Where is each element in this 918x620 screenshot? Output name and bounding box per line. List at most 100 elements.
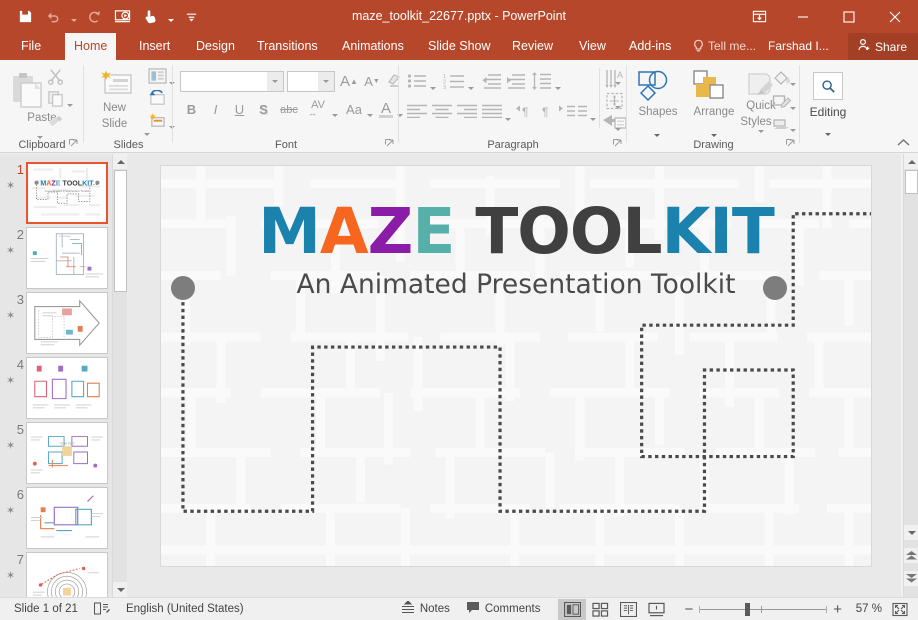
format-painter-icon[interactable]	[46, 112, 65, 132]
decrease-indent-icon[interactable]	[481, 73, 501, 92]
arrange-dropdown-icon[interactable]	[711, 126, 717, 140]
thumbnail-image[interactable]	[26, 292, 108, 354]
align-text-dropdown-icon[interactable]	[615, 98, 621, 112]
thumbnail-scroll-up-icon[interactable]	[113, 154, 128, 169]
shape-effects-dropdown-icon[interactable]	[790, 121, 796, 135]
slide-indicator[interactable]: Slide 1 of 21	[0, 598, 86, 620]
thumbnail-image[interactable]: YOUR TEXT	[26, 422, 108, 484]
account-name[interactable]: Farshad I...	[768, 33, 829, 60]
shape-effects-icon[interactable]	[772, 115, 791, 133]
thumbnail-item-3[interactable]: 3 ✶	[0, 292, 127, 357]
bullets-icon[interactable]	[407, 73, 427, 92]
columns-dropdown-icon[interactable]	[590, 110, 596, 124]
tab-transitions[interactable]: Transitions	[248, 33, 327, 60]
numbering-icon[interactable]: 123	[443, 73, 465, 92]
slide-scroll-down-icon[interactable]	[904, 525, 918, 540]
left-to-right-icon[interactable]: ¶	[516, 104, 537, 121]
share-button[interactable]: Share	[848, 33, 918, 60]
tab-slide-show[interactable]: Slide Show	[419, 33, 500, 60]
font-color-icon[interactable]: A	[377, 98, 395, 119]
normal-view-button[interactable]	[558, 599, 586, 620]
font-dialog-launcher-icon[interactable]	[385, 139, 394, 150]
tab-view[interactable]: View	[570, 33, 615, 60]
thumbnail-scroll-thumb[interactable]	[114, 170, 127, 292]
animation-star-icon[interactable]: ✶	[6, 179, 15, 192]
slide-scroll-thumb[interactable]	[905, 170, 918, 194]
zoom-level-label[interactable]: 57 %	[848, 598, 886, 620]
quick-styles-dropdown-icon[interactable]	[758, 122, 764, 136]
animation-star-icon[interactable]: ✶	[6, 374, 15, 387]
animation-star-icon[interactable]: ✶	[6, 244, 15, 257]
font-name-input[interactable]	[181, 72, 265, 91]
thumbnail-item-4[interactable]: 4 ✶	[0, 357, 127, 422]
center-icon[interactable]	[432, 104, 452, 121]
shape-fill-dropdown-icon[interactable]	[790, 75, 796, 89]
shape-outline-dropdown-icon[interactable]	[790, 99, 796, 113]
thumbnail-item-7[interactable]: 7 ✶	[0, 552, 127, 597]
shapes-icon[interactable]	[637, 69, 673, 105]
current-slide[interactable]: MAZE TOOLKIT An Animated Presentation To…	[160, 165, 872, 567]
change-case-icon[interactable]: Aa	[343, 100, 365, 119]
slide-scroll-up-icon[interactable]	[904, 154, 918, 169]
numbering-dropdown-icon[interactable]	[468, 79, 474, 93]
animation-star-icon[interactable]: ✶	[6, 439, 15, 452]
font-size-dropdown-icon[interactable]	[318, 72, 334, 91]
thumbnail-image[interactable]	[26, 227, 108, 289]
increase-font-size-icon[interactable]: A▲	[339, 72, 359, 91]
notes-button[interactable]: Notes	[393, 598, 458, 620]
text-direction-dropdown-icon[interactable]	[615, 74, 621, 88]
tell-me-search[interactable]: Tell me...	[708, 33, 756, 60]
slide-scrollbar[interactable]	[903, 154, 918, 597]
zoom-slider-thumb[interactable]	[745, 603, 750, 616]
language-indicator[interactable]: English (United States)	[118, 598, 252, 620]
shape-outline-icon[interactable]	[772, 93, 791, 113]
ribbon-display-options-icon[interactable]	[738, 0, 780, 33]
animation-star-icon[interactable]: ✶	[6, 569, 15, 582]
line-spacing-dropdown-icon[interactable]	[555, 79, 561, 93]
clipboard-dialog-launcher-icon[interactable]	[69, 139, 78, 150]
thumbnail-scroll-down-icon[interactable]	[113, 582, 128, 597]
copy-icon[interactable]	[47, 90, 64, 110]
section-icon[interactable]	[148, 112, 167, 132]
slideshow-view-button[interactable]	[642, 599, 670, 620]
strikethrough-icon[interactable]: abc	[276, 102, 302, 118]
right-to-left-icon[interactable]: ¶	[542, 104, 563, 121]
tab-file[interactable]: File	[12, 33, 50, 60]
underline-icon[interactable]: U	[230, 100, 249, 119]
find-icon[interactable]	[813, 72, 843, 100]
thumbnail-scrollbar[interactable]	[112, 154, 127, 597]
text-shadow-icon[interactable]: S	[254, 100, 273, 119]
reading-view-button[interactable]	[614, 599, 642, 620]
animation-star-icon[interactable]: ✶	[6, 504, 15, 517]
zoom-slider[interactable]	[699, 598, 827, 620]
thumbnail-image[interactable]: MAZE TOOLKIT An Animated Presentation To…	[26, 162, 108, 224]
convert-to-smartart-dropdown-icon[interactable]	[615, 120, 621, 134]
italic-icon[interactable]: I	[206, 100, 225, 119]
previous-slide-icon[interactable]	[904, 548, 918, 563]
reset-icon[interactable]	[148, 90, 167, 110]
shape-fill-icon[interactable]	[772, 69, 791, 90]
slide-title-block[interactable]: MAZE TOOLKIT An Animated Presentation To…	[161, 200, 871, 299]
thumbnail-image[interactable]	[26, 487, 108, 549]
drawing-dialog-launcher-icon[interactable]	[786, 139, 795, 150]
tab-review[interactable]: Review	[503, 33, 562, 60]
layout-icon[interactable]	[148, 68, 167, 87]
tab-design[interactable]: Design	[187, 33, 244, 60]
collapse-ribbon-icon[interactable]	[897, 136, 910, 150]
columns-icon[interactable]	[567, 105, 587, 121]
tab-animations[interactable]: Animations	[333, 33, 413, 60]
justify-icon[interactable]	[482, 104, 502, 121]
fit-slide-to-window-button[interactable]	[886, 598, 918, 620]
next-slide-icon[interactable]	[904, 571, 918, 586]
thumbnail-item-5[interactable]: 5 ✶ YOUR TEXT	[0, 422, 127, 487]
align-left-icon[interactable]	[407, 104, 427, 121]
close-button[interactable]	[872, 0, 918, 33]
minimize-button[interactable]	[780, 0, 826, 33]
font-name-combo[interactable]	[180, 71, 284, 92]
thumbnail-item-1[interactable]: 1 ✶ MAZE TOOLKIT An Animated Presentatio…	[0, 162, 127, 227]
increase-indent-icon[interactable]	[505, 73, 525, 92]
font-size-combo[interactable]	[287, 71, 335, 92]
change-case-dropdown-icon[interactable]	[367, 106, 373, 120]
accessibility-checker-icon[interactable]	[86, 598, 118, 620]
slide-sorter-view-button[interactable]	[586, 599, 614, 620]
